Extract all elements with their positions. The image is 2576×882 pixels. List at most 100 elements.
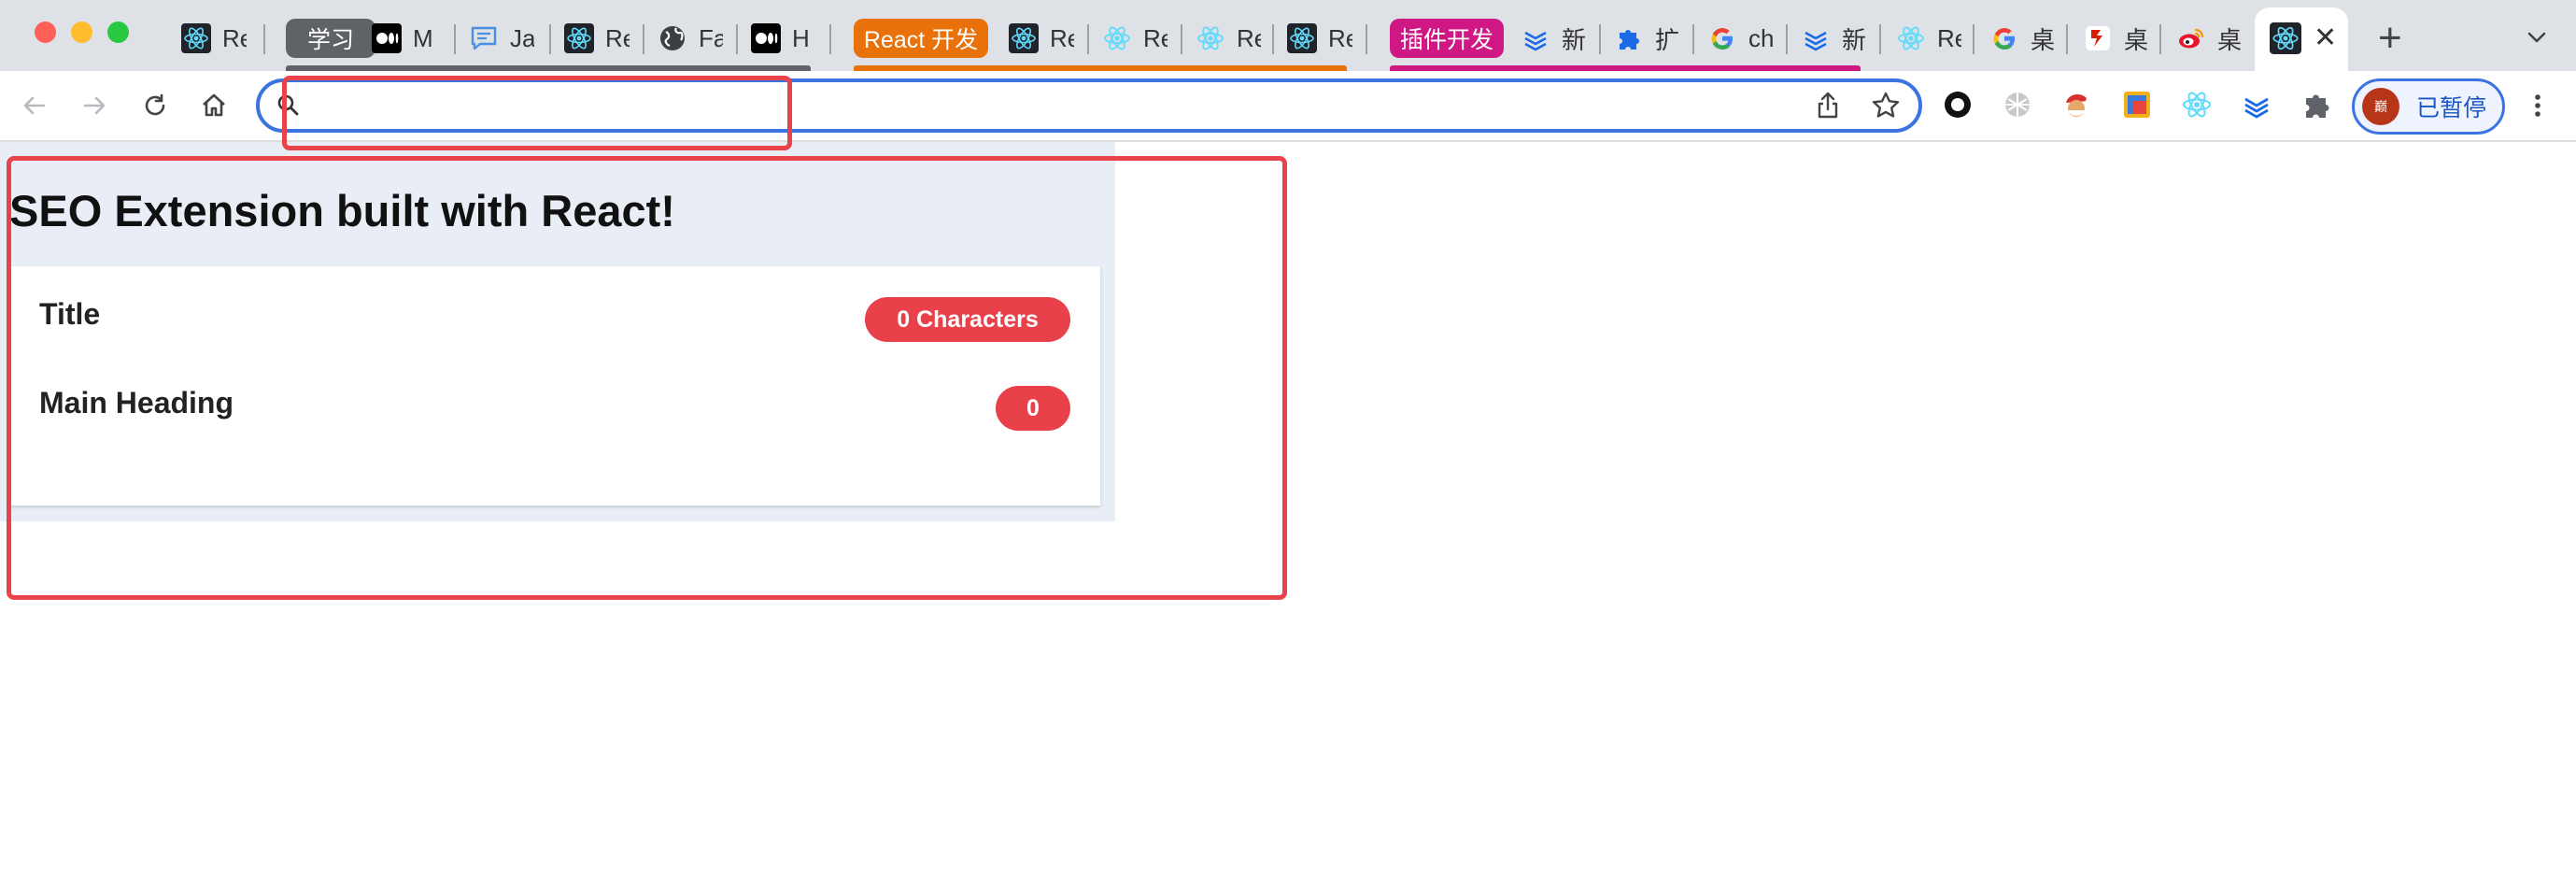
profile-button[interactable]: 巅 已暂停 (2352, 78, 2505, 135)
tab-title: Ja (510, 23, 534, 52)
tab-separator (1692, 24, 1694, 54)
tab-separator (1087, 24, 1089, 54)
tab-title: Re (1050, 23, 1074, 52)
close-window-button[interactable] (35, 21, 56, 43)
react-icon (1196, 23, 1225, 53)
tab-separator (1366, 24, 1367, 54)
tab-react-5[interactable]: Re (1196, 19, 1261, 58)
tab-title: H (792, 23, 810, 52)
back-button[interactable] (19, 90, 50, 121)
chat-bubble-icon (469, 23, 499, 53)
tab-separator (549, 24, 551, 54)
react-icon (181, 23, 211, 53)
tab-separator (263, 24, 265, 54)
seo-stats-card: Title 0 Characters Main Heading 0 (9, 266, 1100, 505)
extension-yuque-icon[interactable] (2240, 88, 2273, 121)
tab-title: Fa (699, 23, 723, 52)
reload-icon (145, 93, 165, 116)
tab-yuque-1[interactable]: 新 (1521, 19, 1586, 58)
tab-separator (1879, 24, 1881, 54)
react-icon (1102, 23, 1132, 53)
share-icon[interactable] (1812, 90, 1844, 121)
tab-title: 桌 (2031, 25, 2055, 54)
netease-icon (2083, 23, 2113, 53)
maximize-window-button[interactable] (107, 21, 129, 43)
tab-medium-1[interactable]: M (372, 19, 437, 58)
tab-title: Re (1937, 23, 1961, 52)
extension-colorful-icon[interactable] (2120, 88, 2154, 121)
medium-icon (751, 23, 781, 53)
yuque-icon (1521, 23, 1550, 53)
tab-title: 新 (1562, 25, 1586, 54)
page-title: SEO Extension built with React! (9, 186, 675, 235)
more-menu-icon[interactable] (2522, 90, 2554, 121)
close-tab-icon[interactable]: ✕ (2314, 21, 2337, 56)
tab-medium-2[interactable]: H (751, 19, 816, 58)
address-input[interactable] (316, 88, 1758, 125)
browser-toolbar: 巅 已暂停 (0, 71, 2576, 142)
tab-group-chip-plugin[interactable]: 插件开发 (1390, 19, 1504, 58)
home-icon (203, 93, 225, 117)
google-icon (1707, 23, 1737, 53)
weibo-icon (2176, 23, 2206, 53)
tab-yuque-2[interactable]: 新 (1801, 19, 1866, 58)
forward-button[interactable] (78, 90, 110, 121)
tab-title: 新 (1842, 25, 1866, 54)
seo-extension-popup: SEO Extension built with React! Title 0 … (0, 142, 1115, 521)
tab-globe[interactable]: Fa (658, 19, 723, 58)
address-bar[interactable] (256, 78, 1922, 133)
extension-react-icon[interactable] (2180, 88, 2214, 121)
tab-react-4[interactable]: Re (1102, 19, 1168, 58)
tab-netease[interactable]: 桌 (2083, 19, 2148, 58)
tab-title: Re (1237, 23, 1261, 52)
tab-google-1[interactable]: ch (1707, 19, 1773, 58)
extensions-puzzle-icon[interactable] (2300, 88, 2333, 121)
medium-icon (372, 23, 402, 53)
tab-separator (829, 24, 831, 54)
tab-separator (1272, 24, 1274, 54)
main-heading-label: Main Heading (39, 386, 234, 420)
home-button[interactable] (198, 90, 230, 121)
tab-group-chip-react[interactable]: React 开发 (854, 19, 988, 58)
tab-title: 扩 (1655, 25, 1679, 54)
extension-mesh-icon[interactable] (2001, 88, 2034, 121)
new-tab-button[interactable]: + (2378, 17, 2402, 60)
tab-title: 桌 (2217, 25, 2242, 54)
tab-react-6[interactable]: Re (1287, 19, 1352, 58)
react-icon (1009, 23, 1039, 53)
tab-active-react[interactable]: ✕ (2255, 7, 2348, 71)
tab-title: ch (1748, 23, 1773, 52)
tab-separator (2066, 24, 2068, 54)
tab-group-chip-study[interactable]: 学习 (286, 19, 375, 58)
tab-google-2[interactable]: 桌 (1989, 19, 2055, 58)
tab-title: Re (1143, 23, 1168, 52)
tab-title: Re (222, 23, 247, 52)
tab-title: Re (605, 23, 630, 52)
arrow-left-icon (23, 96, 46, 115)
tab-separator (736, 24, 738, 54)
tab-search-chevron-icon[interactable] (2524, 24, 2550, 50)
extension-santa-icon[interactable] (2060, 88, 2094, 121)
arrow-right-icon (83, 96, 106, 115)
tab-separator (1181, 24, 1182, 54)
react-icon (564, 23, 594, 53)
tab-react-3[interactable]: Re (1009, 19, 1074, 58)
tab-separator (643, 24, 644, 54)
extension-ring-icon[interactable] (1941, 88, 1974, 121)
avatar: 巅 (2362, 88, 2399, 125)
minimize-window-button[interactable] (71, 21, 92, 43)
main-heading-count-badge: 0 (996, 386, 1070, 431)
yuque-icon (1801, 23, 1831, 53)
tab-extensions[interactable]: 扩 (1614, 19, 1679, 58)
bookmark-star-icon[interactable] (1870, 90, 1902, 121)
google-icon (1989, 23, 2019, 53)
tab-weibo[interactable]: 桌 (2176, 19, 2242, 58)
tab-chat[interactable]: Ja (469, 19, 534, 58)
tab-strip: Re 学习 M Ja Re Fa H (0, 0, 2576, 71)
reload-button[interactable] (139, 90, 171, 121)
puzzle-icon (1614, 23, 1644, 53)
tab-react-1[interactable]: Re (181, 19, 247, 58)
react-icon (1287, 23, 1317, 53)
tab-react-7[interactable]: Re (1896, 19, 1961, 58)
tab-react-2[interactable]: Re (564, 19, 630, 58)
